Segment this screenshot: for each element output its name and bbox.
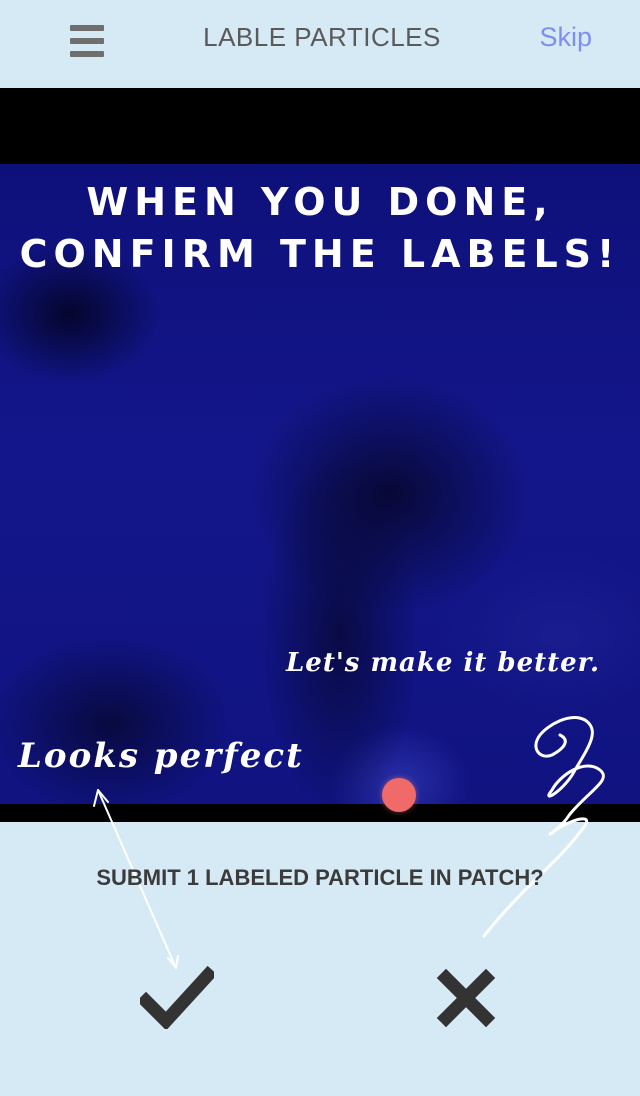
hint-looks-perfect: Looks perfect xyxy=(18,736,304,776)
hamburger-menu-icon[interactable] xyxy=(70,25,106,59)
skip-button[interactable]: Skip xyxy=(539,22,592,53)
hint-make-better: Let's make it better. xyxy=(286,648,601,678)
app-header: LABLE PARTICLES Skip xyxy=(0,0,640,88)
close-x-icon xyxy=(436,968,496,1028)
submit-question: SUBMIT 1 LABELED PARTICLE IN PATCH? xyxy=(96,865,544,890)
page-title: LABLE PARTICLES xyxy=(203,22,441,52)
patch-bottom-border xyxy=(0,804,640,822)
checkmark-icon xyxy=(136,965,218,1031)
particle-label-marker[interactable] xyxy=(382,778,416,812)
reject-button[interactable] xyxy=(436,968,496,1028)
confirm-button[interactable] xyxy=(136,965,218,1031)
instruction-text: When you done, confirm the labels! xyxy=(19,180,621,276)
patch-top-border xyxy=(0,88,640,164)
